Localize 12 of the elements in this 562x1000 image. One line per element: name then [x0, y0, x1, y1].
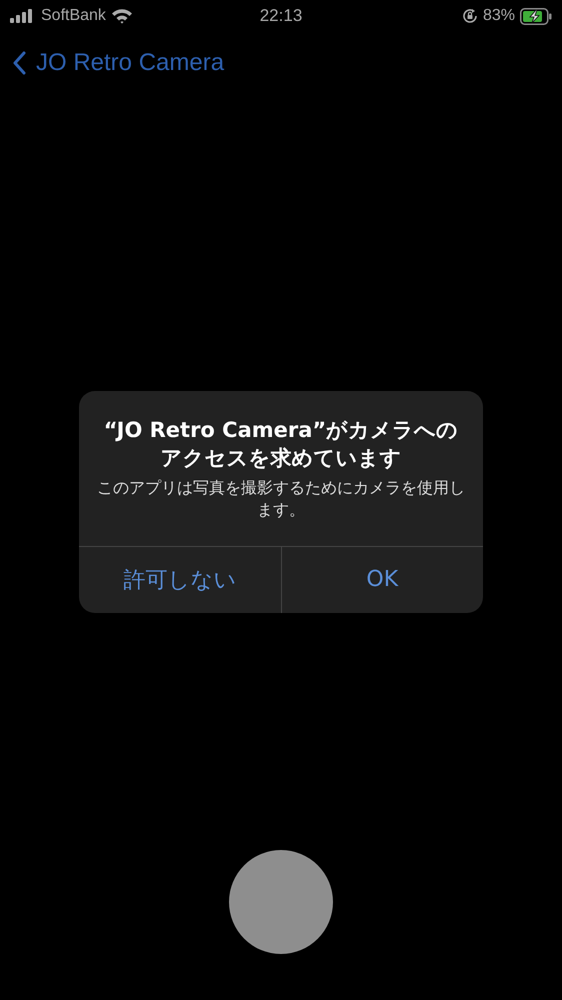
- carrier-name: SoftBank: [41, 7, 106, 25]
- wifi-icon: [110, 8, 133, 24]
- battery-percent: 83%: [482, 7, 515, 25]
- back-chevron-icon: [12, 51, 26, 75]
- charging-battery-icon: [520, 8, 552, 24]
- rotation-lock-icon: [462, 8, 478, 24]
- back-button[interactable]: JO Retro Camera: [12, 49, 224, 77]
- status-time: 22:13: [260, 6, 302, 26]
- alert-button[interactable]: 許可しない: [79, 546, 280, 613]
- alert-message: このアプリは写真を撮影するためにカメラを使用します。: [97, 477, 465, 522]
- alert-title: “JO Retro Camera”がカメラへのアクセスを求めています: [102, 417, 460, 472]
- alert-button[interactable]: OK: [280, 546, 483, 613]
